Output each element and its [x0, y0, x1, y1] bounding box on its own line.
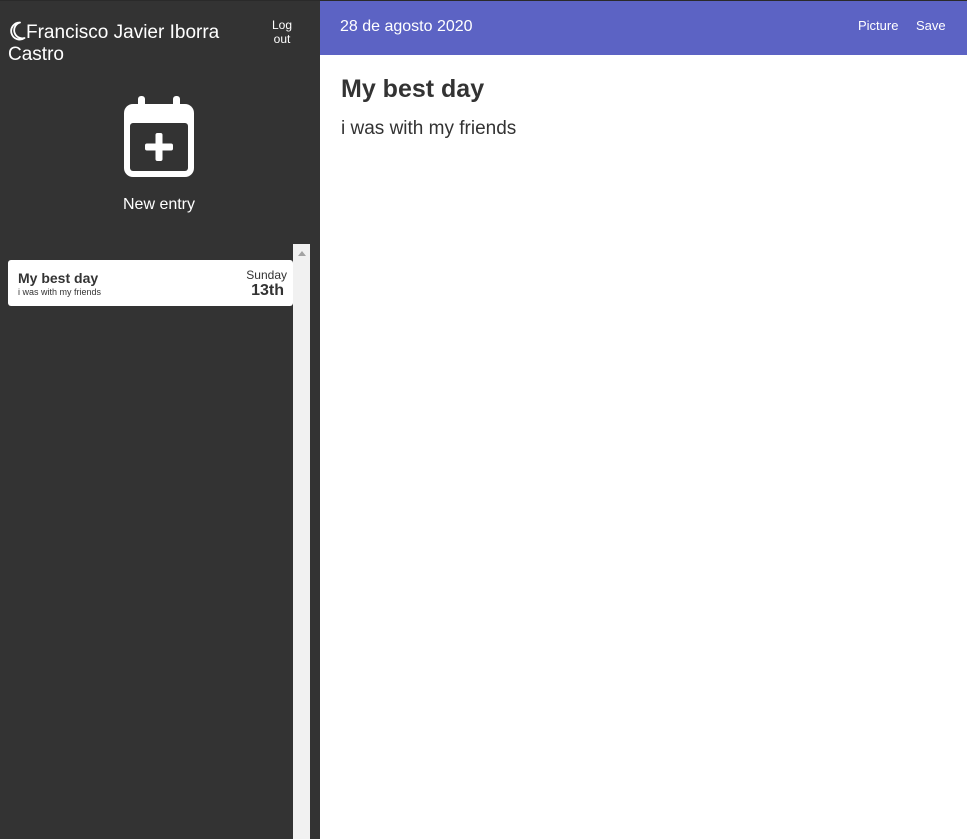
save-button[interactable]: Save	[916, 18, 946, 33]
calendar-plus-icon	[124, 96, 194, 177]
logout-button[interactable]: Log out	[262, 18, 302, 46]
entries-list: My best day i was with my friends Sunday…	[0, 244, 293, 839]
user-name: Francisco Javier Iborra Castro	[8, 22, 220, 65]
entry-snippet: i was with my friends	[18, 287, 102, 297]
new-entry-button[interactable]: New entry	[0, 96, 318, 214]
scroll-up-arrow-icon[interactable]	[298, 251, 306, 256]
user-header: Francisco Javier Iborra Castro	[8, 21, 238, 66]
picture-button[interactable]: Picture	[858, 18, 898, 33]
new-entry-label: New entry	[122, 196, 196, 213]
moon-icon	[10, 21, 26, 41]
sidebar: Francisco Javier Iborra Castro Log out N…	[0, 1, 320, 839]
editor-title[interactable]: My best day	[341, 75, 484, 104]
entries-scrollbar[interactable]	[293, 244, 310, 839]
entry-weekday: Sunday	[246, 268, 287, 282]
entry-editor[interactable]: My best day i was with my friends	[320, 55, 967, 839]
top-bar: 28 de agosto 2020 Picture Save	[320, 1, 967, 55]
entry-day: 13th	[251, 282, 284, 299]
list-item[interactable]: My best day i was with my friends Sunday…	[8, 260, 293, 306]
editor-body[interactable]: i was with my friends	[341, 118, 516, 140]
entry-date: 28 de agosto 2020	[340, 18, 473, 35]
entry-title: My best day	[18, 270, 99, 286]
